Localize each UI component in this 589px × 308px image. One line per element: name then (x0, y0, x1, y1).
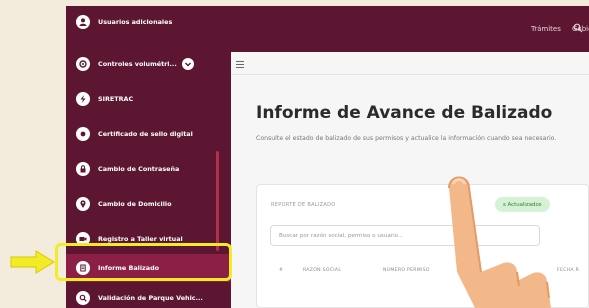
sidebar-item-cambio-domicilio[interactable]: Cambio de Domicilio (66, 190, 231, 218)
nav-link-tramites[interactable]: Trámites (531, 25, 561, 33)
sidebar-item-label: SIRETRAC (98, 95, 134, 103)
location-pin-icon (76, 197, 90, 211)
search-icon[interactable] (573, 23, 583, 33)
column-header-razon-social: RAZÓN SOCIAL (303, 268, 342, 273)
bolt-icon (76, 92, 90, 106)
sidebar-item-cambio-contrasena[interactable]: Cambio de Contraseña (66, 155, 231, 183)
divider (231, 74, 589, 75)
highlight-box (55, 243, 232, 281)
sidebar-item-label: Registro a Taller virtual (98, 235, 183, 243)
page-description: Consulte el estado de balizado de sus pe… (256, 135, 557, 142)
sidebar-item-label: Validación de Parque Vehic... (98, 294, 203, 302)
lock-icon (76, 162, 90, 176)
search-icon (76, 291, 90, 305)
sidebar-item-certificado-sello-digital[interactable]: Certificado de sello digital (66, 120, 231, 148)
pointing-hand-icon (448, 176, 551, 308)
page-title: Informe de Avance de Balizado (256, 103, 553, 123)
sidebar-item-label: Cambio de Domicilio (98, 200, 172, 208)
sidebar-item-controles-volumetricos[interactable]: Controles volumétri... (66, 50, 231, 78)
sidebar-item-usuarios-adicionales[interactable]: Usuarios adicionales (66, 8, 231, 36)
chevron-down-icon[interactable] (181, 58, 194, 70)
gauge-icon (76, 57, 90, 71)
sidebar-item-label: Cambio de Contraseña (98, 165, 180, 173)
top-navbar: Trámites Gobierno (231, 6, 589, 52)
report-card-title: REPORTE DE BALIZADO (271, 202, 336, 208)
sidebar-scrollbar[interactable] (216, 151, 219, 251)
hamburger-menu-icon[interactable] (236, 61, 244, 68)
sidebar-item-label: Controles volumétri... (98, 60, 177, 68)
column-header-number: # (279, 268, 284, 273)
user-icon (76, 15, 90, 29)
seal-icon (76, 127, 90, 141)
sidebar-item-siretrac[interactable]: SIRETRAC (66, 85, 231, 113)
pointer-arrow-icon (10, 250, 55, 274)
sidebar-item-label: Certificado de sello digital (98, 130, 193, 138)
sidebar-item-label: Usuarios adicionales (98, 18, 173, 26)
sidebar-item-validacion-parque-vehicular[interactable]: Validación de Parque Vehic... (66, 284, 231, 308)
